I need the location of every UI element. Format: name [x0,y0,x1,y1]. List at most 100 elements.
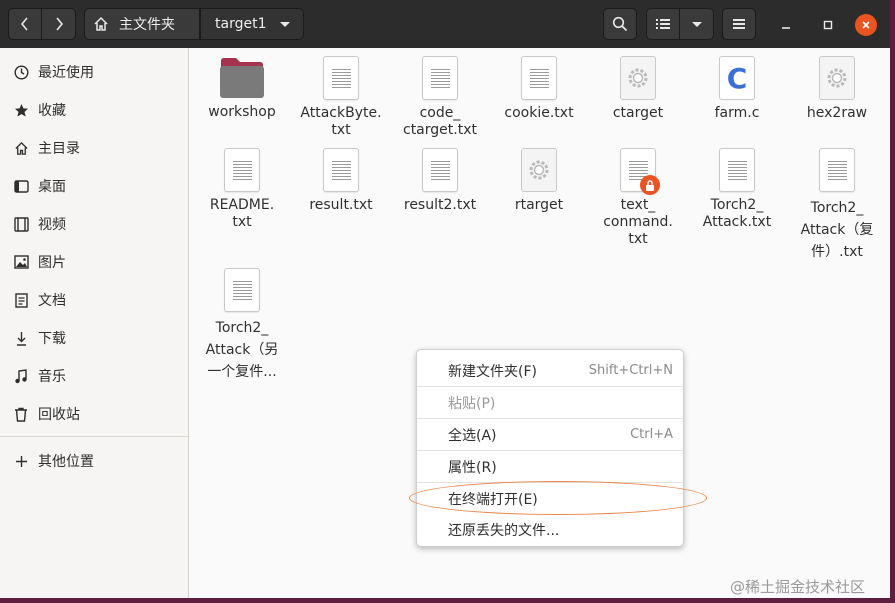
file-item-torch2-attack-copy[interactable]: Torch2_ Attack（复 件）.txt [785,140,889,263]
menu-item-select-all[interactable]: 全选(A) Ctrl+A [417,419,683,450]
menu-item-new-folder[interactable]: 新建文件夹(F) Shift+Ctrl+N [417,355,683,386]
gear-icon [620,56,656,100]
film-icon [12,216,30,232]
breadcrumb-home[interactable]: 主文件夹 [84,8,200,40]
view-options-button[interactable] [680,8,714,40]
file-item-result2[interactable]: result2.txt [388,140,492,214]
menu-item-label: 新建文件夹(F) [448,363,537,380]
sidebar-item-label: 下载 [38,331,66,347]
file-name: hex2raw [806,105,868,121]
minimize-icon [782,27,790,29]
file-name: Torch2_ Attack（复 件）.txt [800,200,874,260]
maximize-button[interactable] [817,14,839,36]
file-name: AttackByte. txt [300,105,382,138]
sidebar-item-pictures[interactable]: 图片 [0,243,188,281]
file-item-workshop[interactable]: workshop [190,48,294,121]
menu-item-label: 还原丢失的文件... [448,522,560,539]
document-icon [12,292,30,308]
sidebar-item-label: 文档 [38,293,66,309]
list-view-icon [656,19,670,29]
context-menu: 新建文件夹(F) Shift+Ctrl+N 粘贴(P) 全选(A) Ctrl+A… [416,349,684,547]
file-name: text_ conmand. txt [603,197,673,247]
text-file-icon [620,148,660,195]
home-icon [12,141,30,156]
sidebar-item-desktop[interactable]: 桌面 [0,167,188,205]
search-button[interactable] [603,8,637,40]
sidebar-item-label: 收藏 [38,103,66,119]
maximize-icon [823,20,833,30]
file-item-rtarget[interactable]: rtarget [487,140,591,214]
plus-icon [12,455,30,468]
star-icon [12,103,30,118]
file-item-farm-c[interactable]: C farm.c [685,48,789,122]
chevron-left-icon [20,17,28,31]
sidebar-item-recent[interactable]: 最近使用 [0,53,188,91]
sidebar-item-music[interactable]: 音乐 [0,357,188,395]
chevron-right-icon [55,17,63,31]
close-button[interactable] [855,14,877,36]
file-name: rtarget [514,197,564,213]
sidebar-item-videos[interactable]: 视频 [0,205,188,243]
sidebar-item-label: 最近使用 [38,65,94,81]
hamburger-icon [733,17,745,31]
file-item-cookie[interactable]: cookie.txt [487,48,591,122]
file-item-torch2-attack-another-copy[interactable]: Torch2_ Attack（另 一个复件... [190,260,294,383]
list-view-button[interactable] [646,8,680,40]
text-file-icon [422,56,458,100]
menu-item-restore-missing-files[interactable]: 还原丢失的文件... [417,514,683,545]
header-bar: 主文件夹 target1 [0,0,890,48]
file-item-torch2-attack[interactable]: Torch2_ Attack.txt [685,140,789,231]
file-name: Torch2_ Attack.txt [702,197,772,230]
sidebar-item-label: 音乐 [38,369,66,385]
text-file-icon [719,148,755,192]
c-source-icon: C [719,56,755,100]
search-icon [612,16,628,32]
sidebar-item-documents[interactable]: 文档 [0,281,188,319]
text-file-icon [819,148,855,192]
file-name: result.txt [309,197,373,213]
menu-item-label: 属性(R) [448,459,497,476]
home-icon [94,16,108,31]
gear-icon [521,148,557,192]
gear-icon [819,56,855,100]
breadcrumb-current[interactable]: target1 [200,8,304,40]
watermark: @稀土掘金技术社区 [730,578,866,596]
folder-icon [219,57,265,99]
file-item-ctarget[interactable]: ctarget [586,48,690,122]
file-name: Torch2_ Attack（另 一个复件... [205,320,279,380]
menu-item-label: 全选(A) [448,427,497,444]
file-item-readme[interactable]: README. txt [190,140,294,231]
file-name: farm.c [714,105,760,121]
breadcrumb-current-label: target1 [215,16,267,32]
menu-item-paste[interactable]: 粘贴(P) [417,387,683,418]
sidebar-item-trash[interactable]: 回收站 [0,395,188,433]
file-item-code-ctarget[interactable]: code_ ctarget.txt [388,48,492,139]
sidebar-item-home[interactable]: 主目录 [0,129,188,167]
file-item-attackbyte[interactable]: AttackByte. txt [289,48,393,139]
menu-item-accelerator: Ctrl+A [630,427,673,442]
menu-button[interactable] [722,8,756,40]
chevron-down-icon [691,21,702,27]
lock-icon [640,175,660,195]
file-name: cookie.txt [504,105,574,121]
sidebar-item-label: 桌面 [38,179,66,195]
forward-button[interactable] [42,8,76,40]
file-item-result[interactable]: result.txt [289,140,393,214]
menu-item-properties[interactable]: 属性(R) [417,451,683,482]
sidebar-item-starred[interactable]: 收藏 [0,91,188,129]
sidebar-item-downloads[interactable]: 下载 [0,319,188,357]
sidebar-item-other-locations[interactable]: 其他位置 [0,442,188,480]
file-name: workshop [208,104,276,120]
menu-item-label: 粘贴(P) [448,395,496,412]
chevron-down-icon [280,21,291,27]
file-item-text-conmand[interactable]: text_ conmand. txt [586,140,690,248]
text-file-icon [323,56,359,100]
sidebar-item-label: 视频 [38,217,66,233]
annotation-ellipse [409,481,707,515]
minimize-button[interactable] [775,14,797,36]
file-item-hex2raw[interactable]: hex2raw [785,48,889,122]
file-manager-window: 主文件夹 target1 最近使用 收藏 主目录 桌面 视频 图片 文档 下载 … [0,0,890,598]
text-file-icon [422,148,458,192]
breadcrumb-home-label: 主文件夹 [119,17,175,33]
back-button[interactable] [8,8,42,40]
